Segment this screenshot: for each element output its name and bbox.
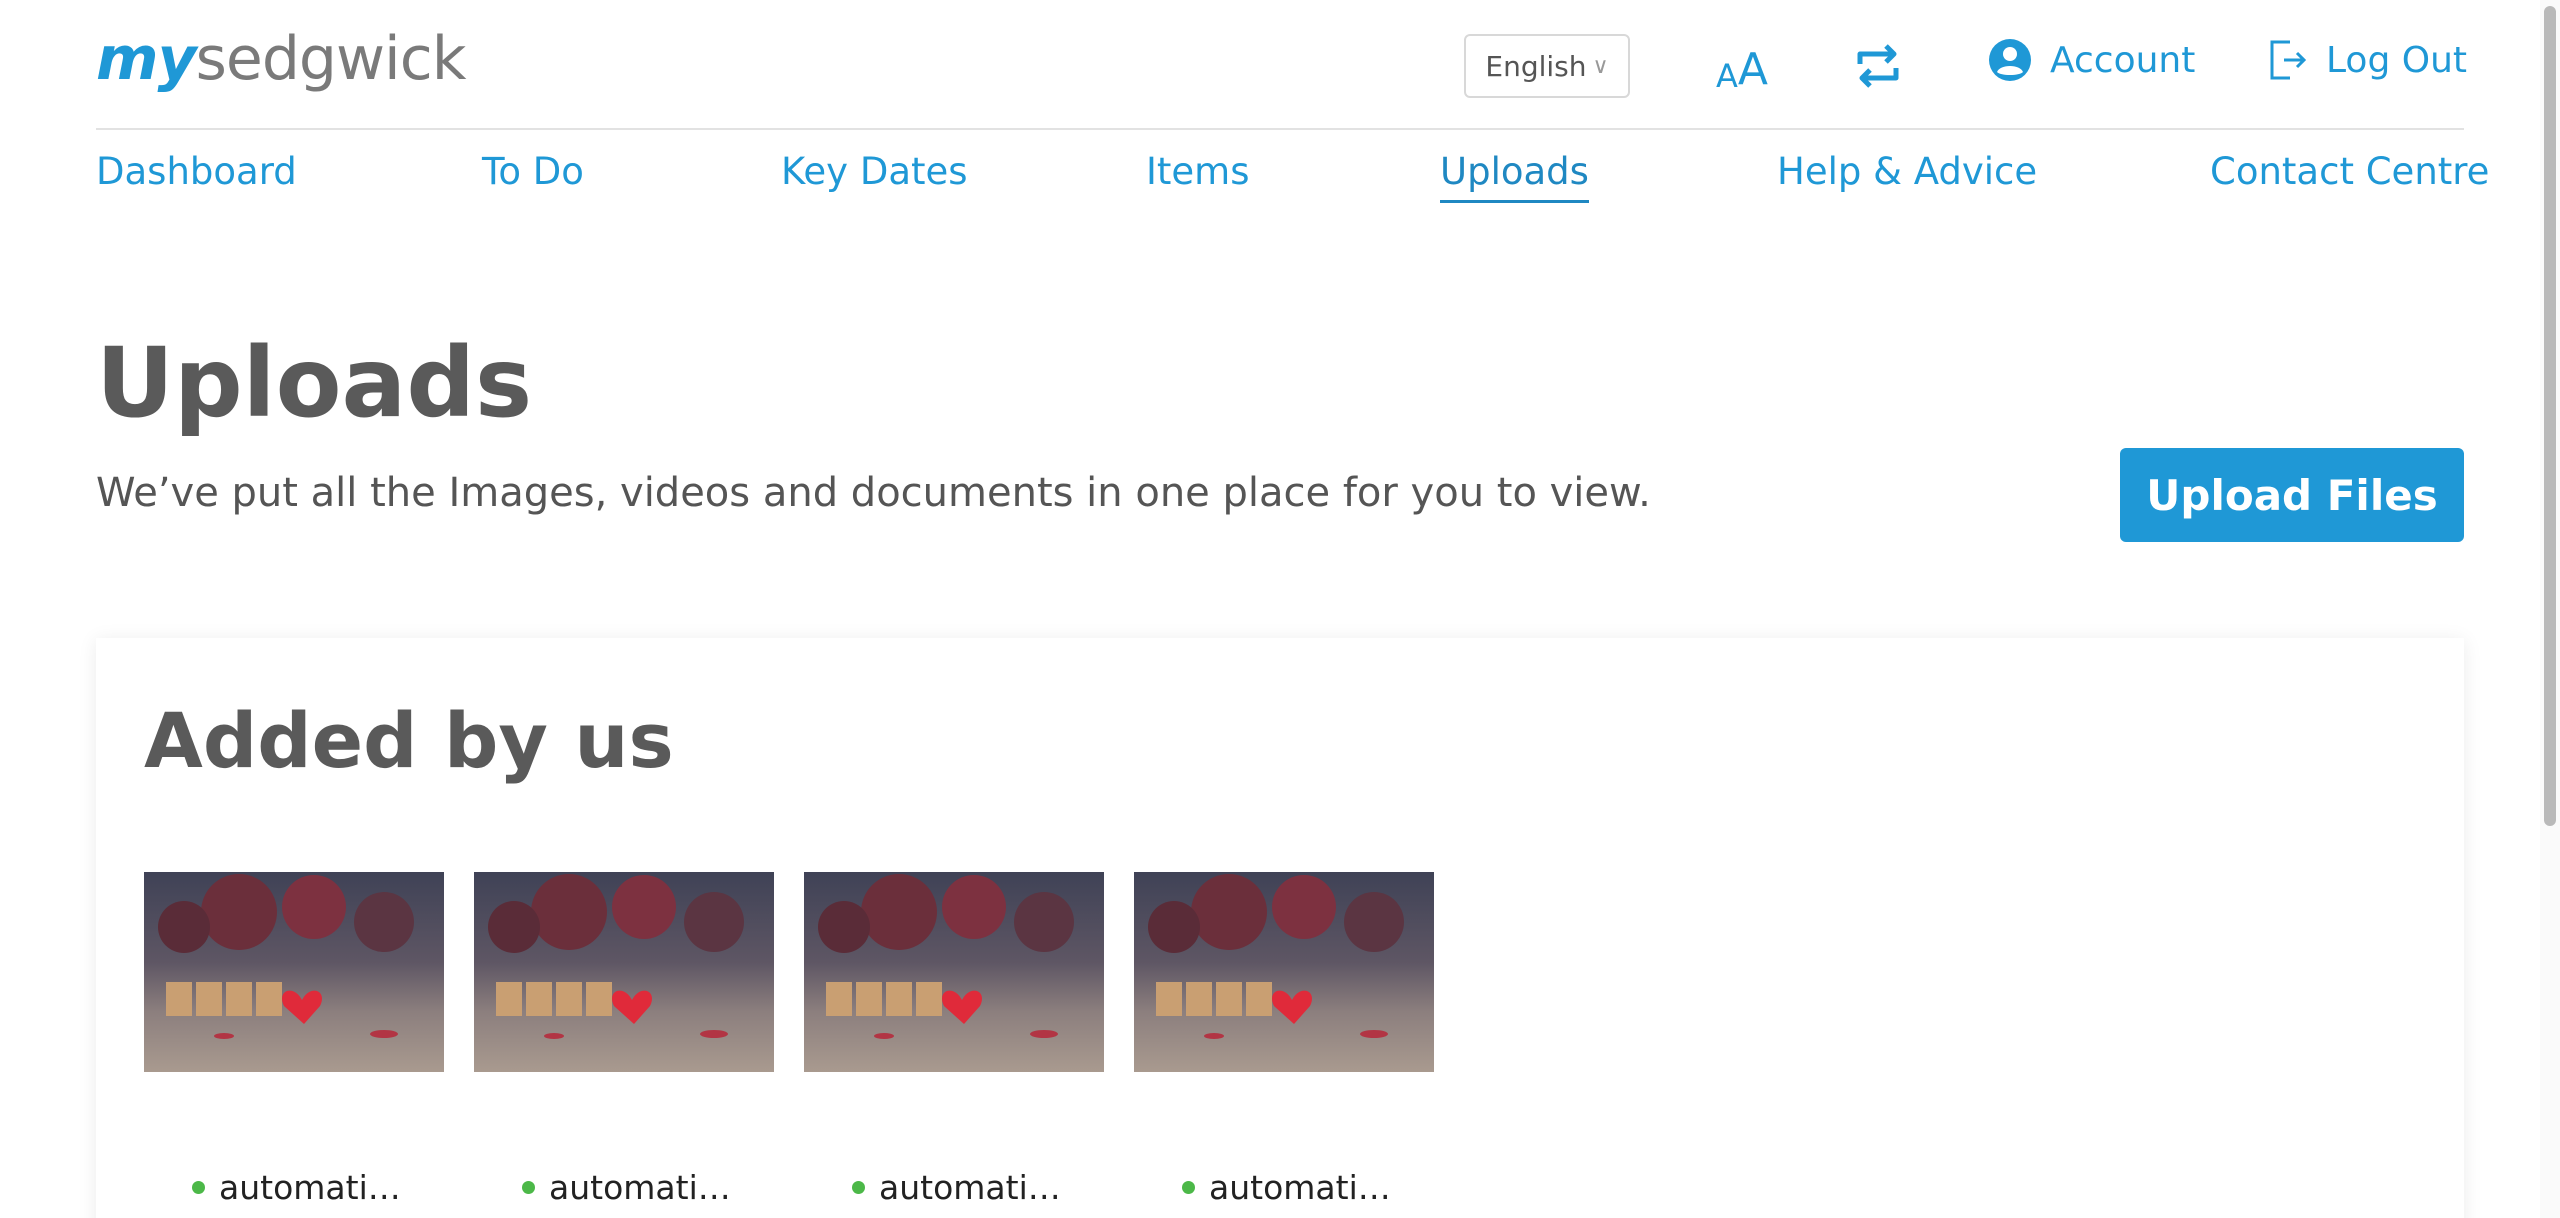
logo-prefix: my [96, 24, 197, 94]
swap-icon[interactable] [1852, 40, 1904, 92]
section-title: Added by us [144, 696, 674, 785]
logout-link[interactable]: Log Out [2268, 38, 2467, 82]
photo-love-image [474, 872, 774, 1072]
file-name: automati… [1209, 1168, 1391, 1207]
logout-label: Log Out [2326, 39, 2468, 81]
nav-key-dates[interactable]: Key Dates [781, 150, 968, 193]
file-name: automati… [549, 1168, 731, 1207]
account-icon [1989, 39, 2031, 81]
file-item[interactable]: automati… [192, 1168, 401, 1207]
chevron-down-icon: ∨ [1592, 53, 1609, 79]
text-size-icon[interactable]: AA [1716, 40, 1772, 95]
logout-icon [2270, 40, 2307, 80]
nav-items[interactable]: Items [1146, 150, 1250, 193]
nav-uploads[interactable]: Uploads [1440, 150, 1589, 203]
nav-help-advice[interactable]: Help & Advice [1777, 150, 2037, 193]
text-size-large-glyph: A [1737, 44, 1768, 95]
page-subtitle: We’ve put all the Images, videos and doc… [96, 470, 1651, 516]
page-title: Uploads [96, 327, 533, 439]
file-name: automati… [219, 1168, 401, 1207]
file-item[interactable]: automati… [1182, 1168, 1391, 1207]
file-item[interactable]: automati… [522, 1168, 731, 1207]
status-dot [1182, 1181, 1195, 1194]
sedgwick-logo[interactable]: mysedgwick [96, 24, 467, 94]
page: mysedgwick English ∨ AA Account Log Out [0, 0, 2560, 1218]
account-link[interactable]: Account [1988, 38, 2195, 82]
added-by-us-card: Added by us automati… automati… automati… [96, 638, 2464, 1218]
language-select[interactable]: English ∨ [1464, 34, 1630, 98]
photo-love-image [144, 872, 444, 1072]
nav-to-do[interactable]: To Do [482, 150, 584, 193]
scrollbar[interactable] [2540, 0, 2560, 1218]
upload-files-button[interactable]: Upload Files [2120, 448, 2464, 542]
photo-love-image [1134, 872, 1434, 1072]
file-item[interactable]: automati… [852, 1168, 1061, 1207]
header-divider [96, 128, 2464, 130]
language-value: English [1485, 49, 1587, 83]
account-label: Account [2050, 39, 2196, 81]
photo-love-image [804, 872, 1104, 1072]
status-dot [192, 1181, 205, 1194]
file-thumbnail[interactable] [804, 872, 1104, 1072]
logo-brand: sedgwick [195, 24, 467, 94]
nav-dashboard[interactable]: Dashboard [96, 150, 297, 193]
file-thumbnail[interactable] [144, 872, 444, 1072]
scrollbar-thumb[interactable] [2544, 6, 2556, 826]
file-thumbnail[interactable] [1134, 872, 1434, 1072]
main-nav: Dashboard To Do Key Dates Items Uploads … [96, 150, 2489, 210]
file-thumbnail[interactable] [474, 872, 774, 1072]
text-size-small-glyph: A [1716, 57, 1738, 95]
status-dot [852, 1181, 865, 1194]
status-dot [522, 1181, 535, 1194]
nav-contact-centre[interactable]: Contact Centre [2210, 150, 2489, 193]
file-name: automati… [879, 1168, 1061, 1207]
